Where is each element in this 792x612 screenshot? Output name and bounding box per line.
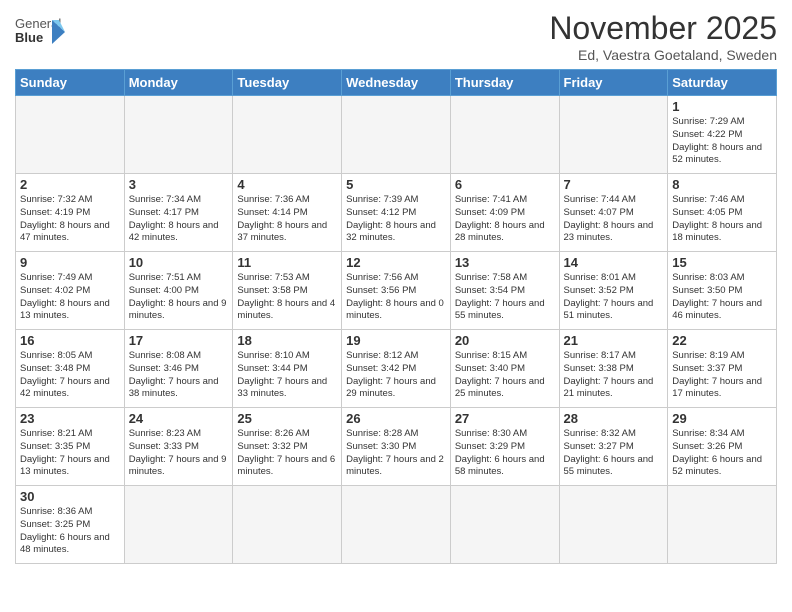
day-29: 29 Sunrise: 8:34 AMSunset: 3:26 PMDaylig… (668, 408, 777, 486)
logo: GeneralBlue (15, 10, 65, 50)
svg-text:Blue: Blue (15, 30, 43, 45)
header-sunday: Sunday (16, 70, 125, 96)
day-11: 11 Sunrise: 7:53 AMSunset: 3:58 PMDaylig… (233, 252, 342, 330)
calendar-title: November 2025 (549, 10, 777, 47)
day-13: 13 Sunrise: 7:58 AMSunset: 3:54 PMDaylig… (450, 252, 559, 330)
day-30: 30 Sunrise: 8:36 AMSunset: 3:25 PMDaylig… (16, 486, 125, 564)
calendar-table: Sunday Monday Tuesday Wednesday Thursday… (15, 69, 777, 564)
header-friday: Friday (559, 70, 668, 96)
day-22: 22 Sunrise: 8:19 AMSunset: 3:37 PMDaylig… (668, 330, 777, 408)
empty-cell (450, 486, 559, 564)
empty-cell (342, 96, 451, 174)
day-7: 7 Sunrise: 7:44 AMSunset: 4:07 PMDayligh… (559, 174, 668, 252)
title-section: November 2025 Ed, Vaestra Goetaland, Swe… (549, 10, 777, 63)
empty-cell (450, 96, 559, 174)
week-row-1: 1 Sunrise: 7:29 AM Sunset: 4:22 PM Dayli… (16, 96, 777, 174)
header: GeneralBlue November 2025 Ed, Vaestra Go… (15, 10, 777, 63)
day-1: 1 Sunrise: 7:29 AM Sunset: 4:22 PM Dayli… (668, 96, 777, 174)
day-23: 23 Sunrise: 8:21 AMSunset: 3:35 PMDaylig… (16, 408, 125, 486)
week-row-5: 23 Sunrise: 8:21 AMSunset: 3:35 PMDaylig… (16, 408, 777, 486)
day-21: 21 Sunrise: 8:17 AMSunset: 3:38 PMDaylig… (559, 330, 668, 408)
day-16: 16 Sunrise: 8:05 AMSunset: 3:48 PMDaylig… (16, 330, 125, 408)
header-wednesday: Wednesday (342, 70, 451, 96)
day-3: 3 Sunrise: 7:34 AMSunset: 4:17 PMDayligh… (124, 174, 233, 252)
empty-cell (124, 486, 233, 564)
calendar-subtitle: Ed, Vaestra Goetaland, Sweden (549, 47, 777, 63)
day-15: 15 Sunrise: 8:03 AMSunset: 3:50 PMDaylig… (668, 252, 777, 330)
day-6: 6 Sunrise: 7:41 AMSunset: 4:09 PMDayligh… (450, 174, 559, 252)
week-row-6: 30 Sunrise: 8:36 AMSunset: 3:25 PMDaylig… (16, 486, 777, 564)
empty-cell (233, 96, 342, 174)
empty-cell (559, 486, 668, 564)
day-18: 18 Sunrise: 8:10 AMSunset: 3:44 PMDaylig… (233, 330, 342, 408)
day-2: 2 Sunrise: 7:32 AMSunset: 4:19 PMDayligh… (16, 174, 125, 252)
header-tuesday: Tuesday (233, 70, 342, 96)
empty-cell (16, 96, 125, 174)
day-19: 19 Sunrise: 8:12 AMSunset: 3:42 PMDaylig… (342, 330, 451, 408)
week-row-3: 9 Sunrise: 7:49 AMSunset: 4:02 PMDayligh… (16, 252, 777, 330)
day-10: 10 Sunrise: 7:51 AMSunset: 4:00 PMDaylig… (124, 252, 233, 330)
empty-cell (233, 486, 342, 564)
empty-cell (124, 96, 233, 174)
empty-cell (668, 486, 777, 564)
week-row-2: 2 Sunrise: 7:32 AMSunset: 4:19 PMDayligh… (16, 174, 777, 252)
day-5: 5 Sunrise: 7:39 AMSunset: 4:12 PMDayligh… (342, 174, 451, 252)
header-saturday: Saturday (668, 70, 777, 96)
day-28: 28 Sunrise: 8:32 AMSunset: 3:27 PMDaylig… (559, 408, 668, 486)
day-25: 25 Sunrise: 8:26 AMSunset: 3:32 PMDaylig… (233, 408, 342, 486)
empty-cell (559, 96, 668, 174)
day-8: 8 Sunrise: 7:46 AMSunset: 4:05 PMDayligh… (668, 174, 777, 252)
header-thursday: Thursday (450, 70, 559, 96)
header-monday: Monday (124, 70, 233, 96)
weekday-header-row: Sunday Monday Tuesday Wednesday Thursday… (16, 70, 777, 96)
day-24: 24 Sunrise: 8:23 AMSunset: 3:33 PMDaylig… (124, 408, 233, 486)
day-17: 17 Sunrise: 8:08 AMSunset: 3:46 PMDaylig… (124, 330, 233, 408)
logo-svg: GeneralBlue (15, 10, 65, 50)
day-20: 20 Sunrise: 8:15 AMSunset: 3:40 PMDaylig… (450, 330, 559, 408)
page: GeneralBlue November 2025 Ed, Vaestra Go… (0, 0, 792, 612)
day-27: 27 Sunrise: 8:30 AMSunset: 3:29 PMDaylig… (450, 408, 559, 486)
day-9: 9 Sunrise: 7:49 AMSunset: 4:02 PMDayligh… (16, 252, 125, 330)
empty-cell (342, 486, 451, 564)
day-4: 4 Sunrise: 7:36 AMSunset: 4:14 PMDayligh… (233, 174, 342, 252)
day-26: 26 Sunrise: 8:28 AMSunset: 3:30 PMDaylig… (342, 408, 451, 486)
week-row-4: 16 Sunrise: 8:05 AMSunset: 3:48 PMDaylig… (16, 330, 777, 408)
day-14: 14 Sunrise: 8:01 AMSunset: 3:52 PMDaylig… (559, 252, 668, 330)
day-12: 12 Sunrise: 7:56 AMSunset: 3:56 PMDaylig… (342, 252, 451, 330)
